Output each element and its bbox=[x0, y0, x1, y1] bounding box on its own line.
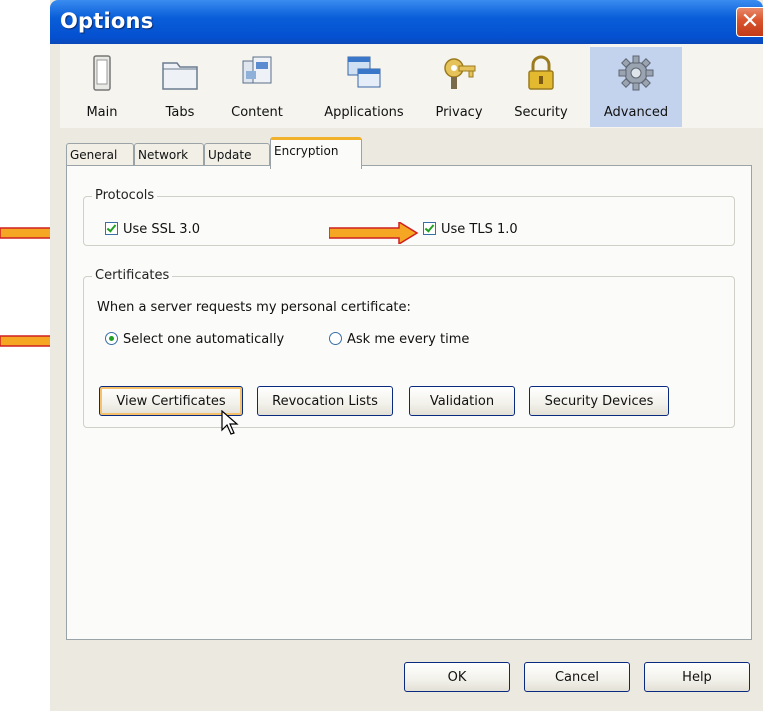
validation-button[interactable]: Validation bbox=[409, 386, 515, 416]
ssl-checkbox-label: Use SSL 3.0 bbox=[123, 222, 200, 237]
toolbar-item-security[interactable]: Security bbox=[504, 47, 578, 127]
title-bar: Options ✕ bbox=[50, 0, 763, 44]
toolbar-label-advanced: Advanced bbox=[603, 105, 669, 120]
tab-general[interactable]: General bbox=[66, 143, 134, 166]
ask-every-time-radio[interactable]: Ask me every time bbox=[329, 332, 469, 347]
use-ssl-checkbox[interactable]: Use SSL 3.0 bbox=[105, 222, 200, 237]
revocation-lists-button[interactable]: Revocation Lists bbox=[257, 386, 393, 416]
certificate-request-prompt: When a server requests my personal certi… bbox=[97, 300, 411, 315]
toolbar-label-applications: Applications bbox=[324, 105, 404, 120]
mouse-cursor-icon bbox=[221, 410, 239, 435]
toolbar-item-privacy[interactable]: Privacy bbox=[424, 47, 494, 127]
protocols-group-title: Protocols bbox=[92, 188, 158, 203]
tabs-icon bbox=[162, 62, 198, 90]
privacy-icon bbox=[444, 58, 476, 89]
window-title: Options bbox=[60, 9, 154, 33]
use-tls-checkbox[interactable]: Use TLS 1.0 bbox=[423, 222, 518, 237]
toolbar-label-main: Main bbox=[86, 105, 118, 120]
content-icon bbox=[242, 56, 272, 84]
toolbar-item-tabs[interactable]: Tabs bbox=[150, 47, 210, 127]
tab-network[interactable]: Network bbox=[134, 143, 204, 166]
tls-checkbox-box[interactable] bbox=[423, 222, 436, 235]
security-icon bbox=[528, 55, 554, 90]
toolbar-item-content[interactable]: Content bbox=[222, 47, 292, 127]
toolbar-item-main[interactable]: Main bbox=[74, 47, 130, 127]
ok-button[interactable]: OK bbox=[404, 662, 510, 692]
close-button[interactable]: ✕ bbox=[736, 7, 763, 37]
toolbar-item-advanced[interactable]: Advanced bbox=[590, 47, 682, 127]
annotation-arrow-tls bbox=[329, 222, 419, 244]
applications-icon bbox=[347, 56, 381, 88]
main-icon bbox=[93, 55, 111, 91]
toolbar-label-security: Security bbox=[514, 105, 568, 120]
tab-encryption[interactable]: Encryption bbox=[270, 137, 362, 169]
toolbar-label-privacy: Privacy bbox=[435, 105, 483, 120]
help-button[interactable]: Help bbox=[644, 662, 750, 692]
ask-radio-label: Ask me every time bbox=[347, 332, 470, 347]
cancel-button[interactable]: Cancel bbox=[524, 662, 630, 692]
toolbar-item-applications[interactable]: Applications bbox=[314, 47, 414, 127]
toolbar-label-tabs: Tabs bbox=[165, 105, 195, 120]
ask-radio-dot[interactable] bbox=[329, 332, 342, 345]
ssl-checkbox-box[interactable] bbox=[105, 222, 118, 235]
toolbar-label-content: Content bbox=[231, 105, 283, 120]
select-automatically-radio[interactable]: Select one automatically bbox=[105, 332, 284, 347]
security-devices-button[interactable]: Security Devices bbox=[529, 386, 669, 416]
options-toolbar: Main Tabs Content Applications Privacy S… bbox=[60, 44, 763, 128]
tab-update[interactable]: Update bbox=[204, 143, 270, 166]
certificates-group-title: Certificates bbox=[92, 268, 173, 283]
auto-radio-dot[interactable] bbox=[105, 332, 118, 345]
advanced-gear-icon bbox=[618, 55, 654, 91]
tls-checkbox-label: Use TLS 1.0 bbox=[441, 222, 518, 237]
options-window: Options ✕ Main Tabs Content Applications… bbox=[50, 0, 763, 711]
auto-radio-label: Select one automatically bbox=[123, 332, 285, 347]
